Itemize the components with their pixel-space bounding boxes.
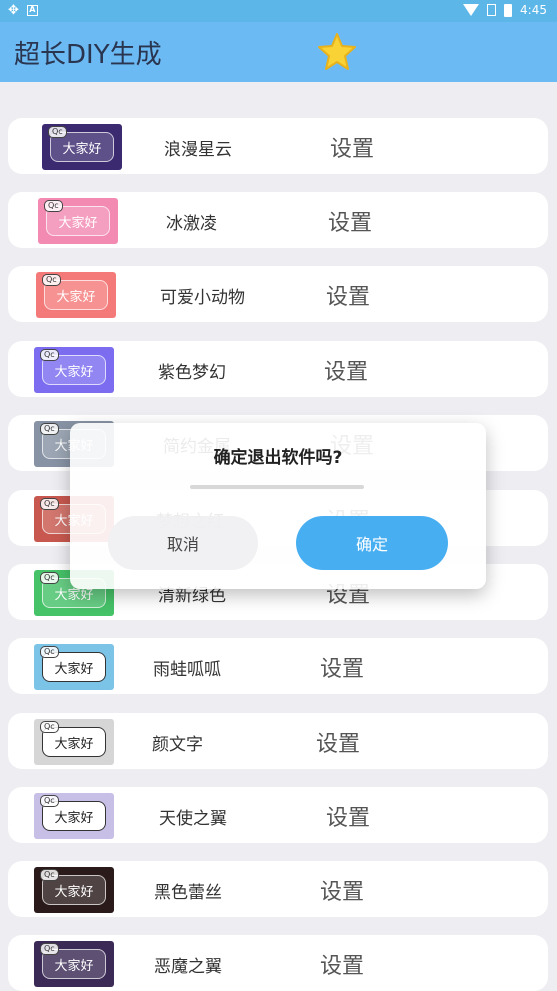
confirm-button[interactable]: 确定 — [296, 516, 448, 570]
dialog-message: 确定退出软件吗? — [213, 448, 343, 468]
dialog-divider — [190, 485, 364, 489]
exit-dialog: 确定退出软件吗? 取消 确定 — [70, 423, 486, 589]
cancel-button[interactable]: 取消 — [108, 516, 258, 570]
